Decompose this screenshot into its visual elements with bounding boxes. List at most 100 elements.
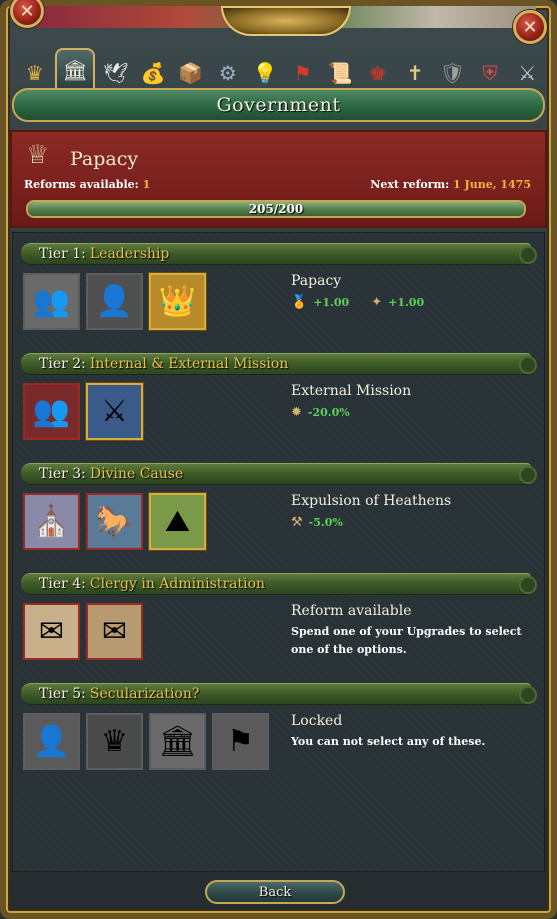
reform-parliament[interactable]: 🏛	[149, 713, 206, 770]
banner-curl	[519, 466, 537, 484]
tab-government-building[interactable]: 🏛	[55, 48, 95, 90]
reform-monks[interactable]: 👤	[86, 273, 143, 330]
reform-progress-text: 205/200	[248, 202, 304, 216]
selected-reform-title: Locked	[291, 713, 343, 729]
tier-label: Tier 2:	[39, 356, 86, 372]
crown-red-icon: ♚	[368, 61, 387, 85]
tier-banner: Tier 1: Leadership	[21, 243, 537, 265]
tier-name: Clergy in Administration	[89, 576, 266, 592]
tier-2: Tier 2: Internal & External Mission 👥 ⚔ Exte…	[13, 343, 546, 453]
reform-external-mission[interactable]: ⚔	[86, 383, 143, 440]
tier-info: Reform available Spend one of your Upgrad…	[291, 603, 531, 659]
tab-heraldry[interactable]: ⛨	[473, 56, 506, 90]
top-ornament	[221, 6, 351, 36]
tier-label: Tier 4:	[39, 576, 86, 592]
tab-lightbulb[interactable]: 💡	[249, 56, 282, 90]
next-reform: Next reform: 1 June, 1475	[370, 178, 531, 191]
reform-effects: 🏅 +1.00 ✦ +1.00	[291, 295, 531, 310]
effect: 🏅 +1.00	[291, 295, 349, 310]
reform-tiers-panel: Tier 1: Leadership 👥 👤 👑 Papacy 🏅 +1.00 ✦ +1.00 Ti…	[12, 232, 545, 872]
back-button[interactable]: Back	[205, 880, 345, 904]
reform-internal-mission-icon: 👥	[32, 394, 71, 429]
tab-cross[interactable]: ✝	[398, 56, 431, 90]
tier-4: Tier 4: Clergy in Administration ✉ ✉ Reform …	[13, 563, 546, 673]
reform-letters[interactable]: ✉	[23, 603, 80, 660]
effect-value: +1.00	[313, 296, 350, 309]
reform-papacy[interactable]: 👑	[149, 273, 206, 330]
tier-banner: Tier 5: Secularization?	[21, 683, 537, 705]
reform-parliament-icon: 🏛	[158, 724, 197, 759]
reform-crusader-icon: 🐎	[95, 504, 134, 539]
tier-name: Leadership	[89, 246, 170, 262]
reform-letters-icon: ✉	[38, 614, 65, 649]
reform-seal[interactable]: ✉	[86, 603, 143, 660]
tab-flag[interactable]: ⚑	[286, 56, 319, 90]
effect-value: -20.0%	[307, 406, 350, 419]
tier-description: Spend one of your Upgrades to select one…	[291, 625, 522, 656]
effect: ✹ -20.0%	[291, 405, 350, 420]
dove-icon: 🕊	[102, 61, 129, 85]
tab-scroll[interactable]: 📜	[323, 56, 356, 90]
close-icon: ✕	[522, 16, 538, 38]
reform-external-mission-icon: ⚔	[101, 394, 128, 429]
tier-banner: Tier 2: Internal & External Mission	[21, 353, 537, 375]
tier-name: Internal & External Mission	[89, 356, 289, 372]
tier-info: Papacy 🏅 +1.00 ✦ +1.00	[291, 273, 531, 310]
reform-crusader[interactable]: 🐎	[86, 493, 143, 550]
reform-noble-icon: 👤	[32, 724, 71, 759]
government-building-icon: 🏛	[62, 58, 88, 82]
reform-clergy-council-icon: 👥	[32, 284, 71, 319]
effect: ✦ +1.00	[371, 295, 424, 310]
tab-gears[interactable]: ⚙	[211, 56, 244, 90]
tier-name: Secularization?	[89, 686, 200, 702]
effect-value: +1.00	[388, 296, 425, 309]
reform-internal-mission[interactable]: 👥	[23, 383, 80, 440]
reform-crown-icon: ♛	[101, 724, 128, 759]
government-header: ♕ Papacy Reforms available: 1 Next refor…	[10, 130, 547, 228]
selected-reform-title: Expulsion of Heathens	[291, 493, 452, 509]
reform-noble[interactable]: 👤	[23, 713, 80, 770]
tab-crown-red[interactable]: ♚	[361, 56, 394, 90]
coins-icon: 💰	[140, 61, 166, 85]
tab-cannon[interactable]: 🛡	[436, 56, 469, 90]
tier-label: Tier 5:	[39, 686, 86, 702]
papal-influence-icon: ✦	[371, 295, 383, 310]
window-title: Government	[12, 88, 545, 122]
tab-dove[interactable]: 🕊	[99, 56, 132, 90]
effect: ⚒ -5.0%	[291, 515, 343, 530]
reform-expulsion-of-heathens[interactable]: ⛰	[149, 493, 206, 550]
close-button[interactable]: ✕	[513, 10, 547, 44]
reform-options: 👥 ⚔	[23, 383, 143, 440]
papal-tiara-icon: ♕	[26, 140, 50, 170]
tab-crates[interactable]: 📦	[174, 56, 207, 90]
tab-coins[interactable]: 💰	[136, 56, 169, 90]
gears-icon: ⚙	[218, 61, 237, 85]
tier-name: Divine Cause	[89, 466, 184, 482]
reform-clergy-council[interactable]: 👥	[23, 273, 80, 330]
banner-curl	[519, 246, 537, 264]
reform-progress-bar: 205/200	[26, 200, 526, 218]
reform-effects: ⚒ -5.0%	[291, 515, 531, 530]
flag-icon: ⚑	[293, 61, 312, 85]
reform-church[interactable]: ⛪	[23, 493, 80, 550]
reform-options: ✉ ✉	[23, 603, 143, 660]
banner-curl	[519, 356, 537, 374]
selected-reform-title: Papacy	[291, 273, 342, 289]
tier-label: Tier 3:	[39, 466, 86, 482]
reform-options: 👤 ♛ 🏛 ⚑	[23, 713, 269, 770]
tier-info: External Mission ✹ -20.0%	[291, 383, 531, 420]
tab-crossed-swords[interactable]: ⚔	[511, 56, 544, 90]
banner-curl	[519, 576, 537, 594]
next-reform-label: Next reform:	[370, 178, 450, 191]
reform-effects: ✹ -20.0%	[291, 405, 531, 420]
tab-bar: ♛ 🏛 🕊 💰 📦 ⚙ 💡 ⚑ 📜 ♚ ✝ 🛡 ⛨ ⚔	[14, 46, 544, 90]
tier-info: Expulsion of Heathens ⚒ -5.0%	[291, 493, 531, 530]
reform-crown[interactable]: ♛	[86, 713, 143, 770]
crates-icon: 📦	[177, 61, 203, 85]
banner-curl	[519, 686, 537, 704]
cannon-icon: 🛡	[439, 61, 466, 85]
tier-3: Tier 3: Divine Cause ⛪ 🐎 ⛰ Expulsion of Heath…	[13, 453, 546, 563]
reform-revolution[interactable]: ⚑	[212, 713, 269, 770]
tier-description: You can not select any of these.	[291, 735, 486, 748]
tab-crown[interactable]: ♛	[18, 56, 51, 90]
